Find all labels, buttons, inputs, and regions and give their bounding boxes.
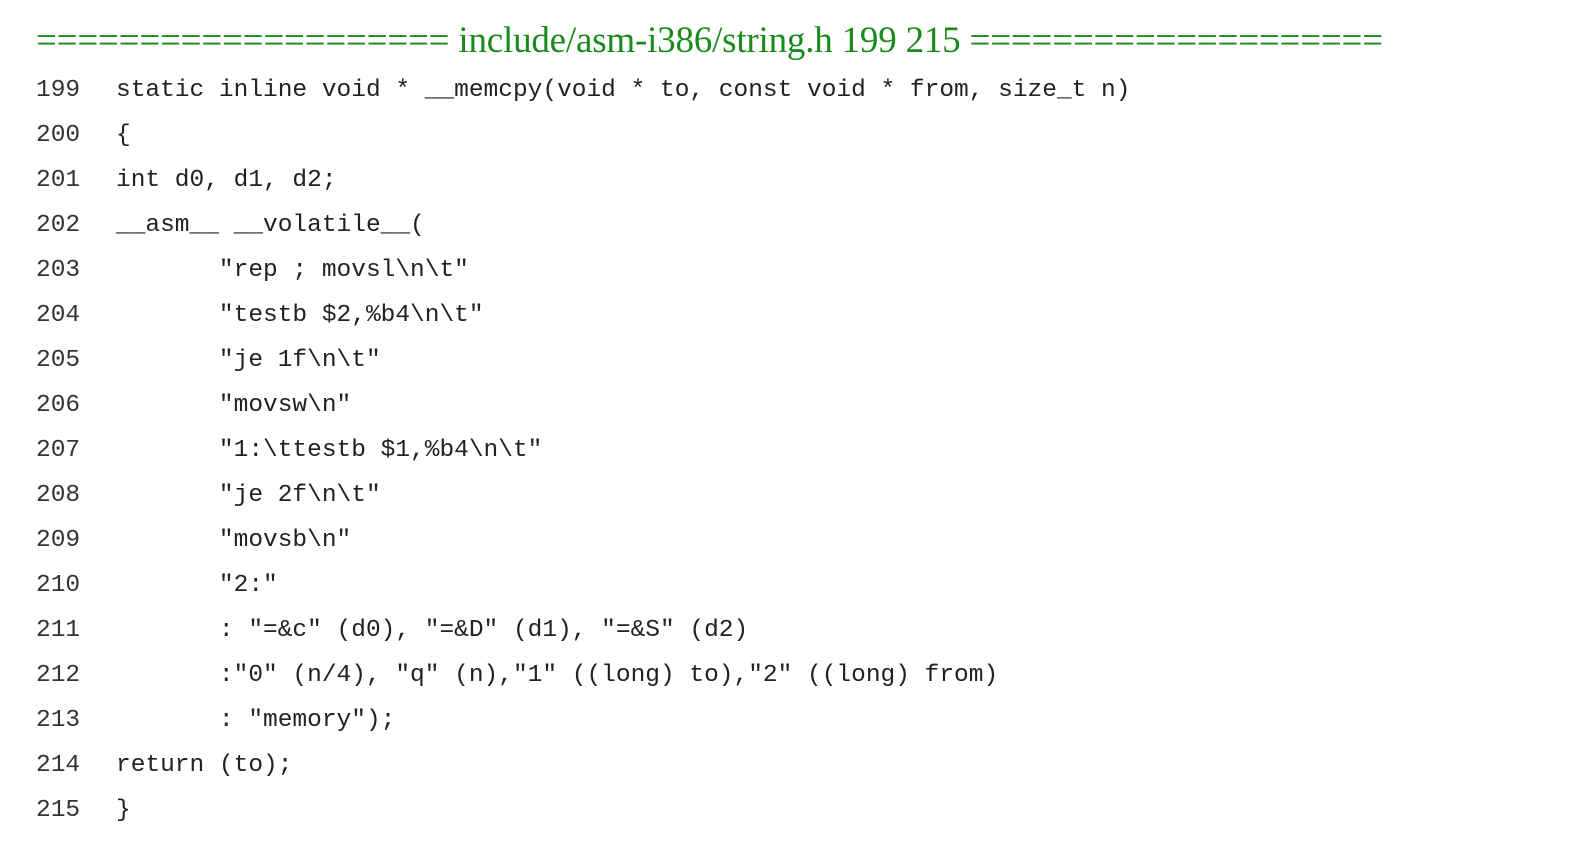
line-text: "1:\ttestb $1,%b4\n\t" (116, 437, 543, 464)
line-number: 201 (36, 167, 81, 194)
line-number: 206 (36, 392, 81, 419)
line-number: 215 (36, 797, 81, 824)
line-number: 212 (36, 662, 81, 689)
code-line: 210 "2:" (36, 563, 1556, 608)
code-line: 211 : "=&c" (d0), "=&D" (d1), "=&S" (d2) (36, 608, 1556, 653)
code-listing: 199 static inline void * __memcpy(void * … (36, 68, 1556, 833)
line-text: "je 1f\n\t" (116, 347, 381, 374)
code-line: 200 { (36, 113, 1556, 158)
line-text: : "memory"); (116, 707, 396, 734)
line-number: 205 (36, 347, 81, 374)
line-number: 199 (36, 77, 81, 104)
line-text: "2:" (116, 572, 278, 599)
line-number: 203 (36, 257, 81, 284)
line-number: 210 (36, 572, 81, 599)
code-line: 202 __asm__ __volatile__( (36, 203, 1556, 248)
line-text: "je 2f\n\t" (116, 482, 381, 509)
line-number: 207 (36, 437, 81, 464)
line-text: "rep ; movsl\n\t" (116, 257, 469, 284)
line-text: :"0" (n/4), "q" (n),"1" ((long) to),"2" … (116, 662, 999, 689)
line-text: "movsb\n" (116, 527, 352, 554)
code-line: 209 "movsb\n" (36, 518, 1556, 563)
line-text: "movsw\n" (116, 392, 352, 419)
code-line: 208 "je 2f\n\t" (36, 473, 1556, 518)
code-line: 199 static inline void * __memcpy(void * … (36, 68, 1556, 113)
line-text: static inline void * __memcpy(void * to,… (116, 77, 1131, 104)
code-line: 204 "testb $2,%b4\n\t" (36, 293, 1556, 338)
line-number: 208 (36, 482, 81, 509)
code-line: 213 : "memory"); (36, 698, 1556, 743)
line-number: 204 (36, 302, 81, 329)
line-text: int d0, d1, d2; (116, 167, 337, 194)
line-text: return (to); (116, 752, 293, 779)
line-text: } (116, 797, 131, 824)
code-line: 203 "rep ; movsl\n\t" (36, 248, 1556, 293)
code-line: 214 return (to); (36, 743, 1556, 788)
line-number: 209 (36, 527, 81, 554)
line-text: __asm__ __volatile__( (116, 212, 425, 239)
line-number: 213 (36, 707, 81, 734)
code-line: 212 :"0" (n/4), "q" (n),"1" ((long) to),… (36, 653, 1556, 698)
code-line: 205 "je 1f\n\t" (36, 338, 1556, 383)
file-header-title: ==================== include/asm-i386/st… (36, 20, 1383, 61)
line-number: 202 (36, 212, 81, 239)
line-text: { (116, 122, 131, 149)
code-line: 206 "movsw\n" (36, 383, 1556, 428)
line-text: "testb $2,%b4\n\t" (116, 302, 484, 329)
code-line: 207 "1:\ttestb $1,%b4\n\t" (36, 428, 1556, 473)
line-text: : "=&c" (d0), "=&D" (d1), "=&S" (d2) (116, 617, 749, 644)
line-number: 211 (36, 617, 81, 644)
code-line: 215} (36, 788, 1556, 833)
code-line: 201 int d0, d1, d2; (36, 158, 1556, 203)
line-number: 200 (36, 122, 81, 149)
line-number: 214 (36, 752, 81, 779)
